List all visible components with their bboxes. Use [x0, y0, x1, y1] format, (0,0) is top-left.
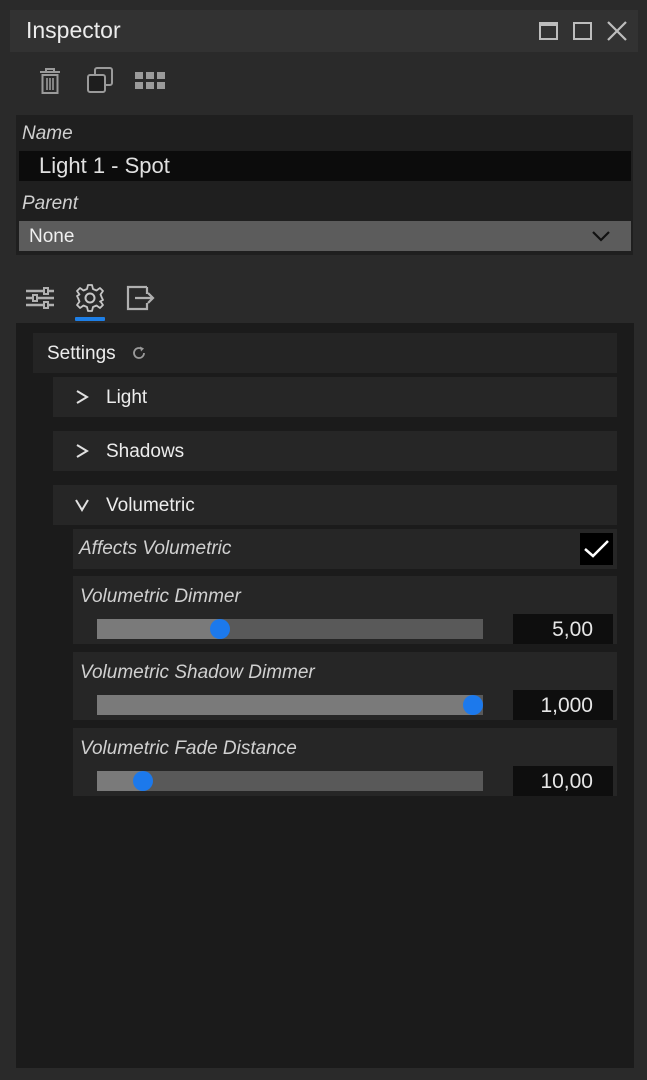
- section-volumetric-label: Volumetric: [106, 495, 195, 516]
- tab-settings-gear-icon[interactable]: [75, 283, 105, 313]
- volumetric-fade-distance-slider-handle[interactable]: [132, 771, 153, 791]
- active-tab-indicator: [75, 317, 105, 321]
- chevron-down-icon: [74, 498, 90, 512]
- volumetric-shadow-dimmer-value[interactable]: 1,000: [513, 690, 613, 720]
- chevron-right-icon: [75, 443, 89, 459]
- grid-icon[interactable]: [135, 66, 165, 96]
- volumetric-fade-distance-label: Volumetric Fade Distance: [80, 738, 297, 759]
- tab-properties-sliders-icon[interactable]: [25, 283, 55, 313]
- settings-header[interactable]: [33, 333, 617, 373]
- window-title: Inspector: [26, 17, 121, 43]
- close-window-icon[interactable]: [606, 20, 628, 42]
- maximize-window-icon[interactable]: [572, 20, 594, 42]
- parent-label: Parent: [22, 193, 78, 214]
- settings-label: Settings: [47, 343, 116, 364]
- section-light-label: Light: [106, 387, 148, 408]
- tab-export-icon[interactable]: [125, 283, 155, 313]
- volumetric-dimmer-value[interactable]: 5,00: [513, 614, 613, 644]
- trash-icon[interactable]: [35, 66, 65, 96]
- volumetric-shadow-dimmer-slider-fill: [97, 695, 473, 715]
- section-shadows-label: Shadows: [106, 441, 185, 462]
- name-field[interactable]: [19, 151, 631, 181]
- volumetric-dimmer-label: Volumetric Dimmer: [80, 586, 241, 607]
- duplicate-icon[interactable]: [85, 66, 115, 96]
- volumetric-fade-distance-slider[interactable]: [97, 771, 483, 791]
- chevron-right-icon: [75, 389, 89, 405]
- volumetric-shadow-dimmer-slider-handle[interactable]: [463, 695, 483, 715]
- minimize-window-icon[interactable]: [538, 20, 560, 42]
- parent-select-value: None: [29, 226, 75, 247]
- chevron-down-icon[interactable]: [591, 229, 611, 243]
- checkmark-icon: [584, 540, 609, 558]
- affects-volumetric-label: Affects Volumetric: [79, 538, 232, 559]
- name-label: Name: [22, 123, 73, 144]
- refresh-icon[interactable]: [131, 345, 147, 361]
- volumetric-dimmer-slider-fill: [97, 619, 221, 639]
- volumetric-shadow-dimmer-label: Volumetric Shadow Dimmer: [80, 662, 315, 683]
- affects-volumetric-checkbox[interactable]: [580, 533, 613, 565]
- volumetric-fade-distance-value[interactable]: 10,00: [513, 766, 613, 796]
- parent-select[interactable]: None: [19, 221, 631, 251]
